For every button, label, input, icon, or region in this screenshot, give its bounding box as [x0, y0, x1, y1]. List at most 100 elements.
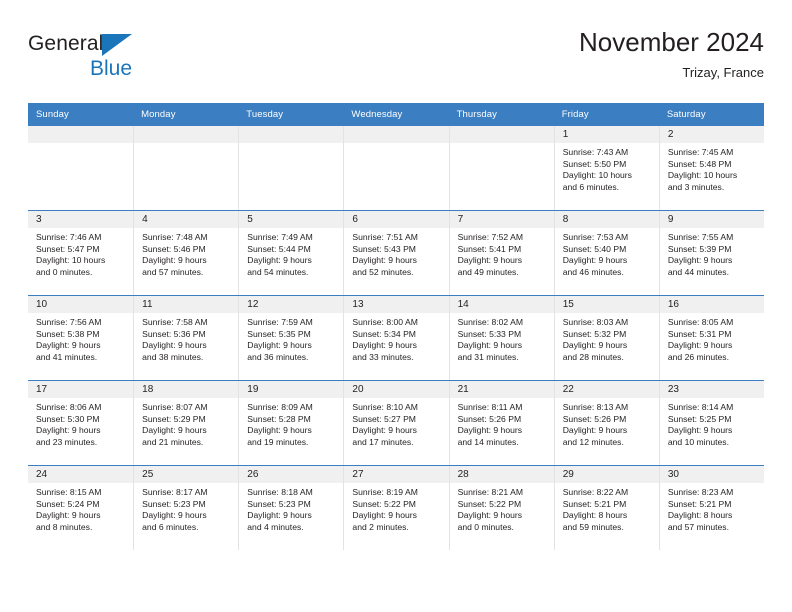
day-details: Sunrise: 8:10 AM Sunset: 5:27 PM Daylight:…: [344, 398, 448, 448]
calendar-day[interactable]: 24 Sunrise: 8:15 AM Sunset: 5:24 PM Dayligh…: [28, 466, 134, 550]
daylight-duration-line1: Daylight: 9 hours: [457, 425, 523, 436]
daylight-duration-line2: and 52 minutes.: [352, 266, 414, 277]
day-details: Sunrise: 8:21 AM Sunset: 5:22 PM Daylight:…: [450, 483, 554, 533]
calendar-body: 1 Sunrise: 7:43 AM Sunset: 5:50 PM Daylight…: [28, 126, 764, 550]
calendar-cell: 14 Sunrise: 8:02 AM Sunset: 5:33 PM Dayligh…: [448, 295, 554, 381]
sunrise-time: Sunrise: 8:05 AM: [667, 317, 734, 327]
calendar-cell: 21 Sunrise: 8:11 AM Sunset: 5:26 PM Dayligh…: [448, 380, 554, 466]
calendar-day[interactable]: 18 Sunrise: 8:07 AM Sunset: 5:29 PM Dayligh…: [133, 381, 239, 465]
calendar-day[interactable]: 7 Sunrise: 7:52 AM Sunset: 5:41 PM Daylight…: [448, 211, 554, 295]
day-number: 3: [28, 211, 134, 228]
daylight-duration-line2: and 10 minutes.: [667, 436, 729, 447]
daylight-duration-line2: and 4 minutes.: [247, 521, 304, 532]
calendar-day[interactable]: 29 Sunrise: 8:22 AM Sunset: 5:21 PM Dayligh…: [553, 466, 659, 550]
day-number: [239, 126, 344, 143]
sunset-time: Sunset: 5:38 PM: [36, 328, 100, 339]
day-details: Sunrise: 8:07 AM Sunset: 5:29 PM Daylight:…: [134, 398, 238, 448]
sunrise-time: Sunrise: 7:49 AM: [247, 232, 313, 242]
calendar-cell: 28 Sunrise: 8:21 AM Sunset: 5:22 PM Dayligh…: [448, 465, 554, 550]
sunrise-time: Sunrise: 8:00 AM: [352, 317, 418, 327]
calendar-cell: 18 Sunrise: 8:07 AM Sunset: 5:29 PM Dayligh…: [133, 380, 239, 466]
sunrise-time: Sunrise: 7:43 AM: [562, 147, 629, 157]
day-details: Sunrise: 7:51 AM Sunset: 5:43 PM Daylight:…: [344, 228, 448, 278]
calendar-day[interactable]: 6 Sunrise: 7:51 AM Sunset: 5:43 PM Daylight…: [343, 211, 449, 295]
calendar-day[interactable]: 4 Sunrise: 7:48 AM Sunset: 5:46 PM Daylight…: [133, 211, 239, 295]
calendar-day[interactable]: 1 Sunrise: 7:43 AM Sunset: 5:50 PM Daylight…: [553, 126, 659, 210]
calendar-day[interactable]: 11 Sunrise: 7:58 AM Sunset: 5:36 PM Dayligh…: [133, 296, 239, 380]
daylight-duration-line1: Daylight: 9 hours: [352, 255, 417, 266]
sunrise-time: Sunrise: 7:45 AM: [667, 147, 734, 157]
daylight-duration-line1: Daylight: 10 hours: [562, 170, 632, 181]
calendar-week-row: 24 Sunrise: 8:15 AM Sunset: 5:24 PM Dayligh…: [28, 465, 764, 550]
calendar-day[interactable]: 26 Sunrise: 8:18 AM Sunset: 5:23 PM Dayligh…: [238, 466, 344, 550]
calendar-day-empty: [28, 126, 134, 210]
sunset-time: Sunset: 5:26 PM: [457, 413, 522, 424]
weekday-header-sunday: Sunday: [28, 103, 134, 126]
daylight-duration-line1: Daylight: 8 hours: [562, 510, 628, 521]
sunrise-time: Sunrise: 7:55 AM: [667, 232, 734, 242]
calendar-day[interactable]: 17 Sunrise: 8:06 AM Sunset: 5:30 PM Dayligh…: [28, 381, 134, 465]
calendar-day[interactable]: 3 Sunrise: 7:46 AM Sunset: 5:47 PM Daylight…: [28, 211, 134, 295]
calendar-day[interactable]: 9 Sunrise: 7:55 AM Sunset: 5:39 PM Daylight…: [658, 211, 764, 295]
calendar-day[interactable]: 25 Sunrise: 8:17 AM Sunset: 5:23 PM Dayligh…: [133, 466, 239, 550]
calendar-day[interactable]: 10 Sunrise: 7:56 AM Sunset: 5:38 PM Dayligh…: [28, 296, 134, 380]
calendar-day[interactable]: 23 Sunrise: 8:14 AM Sunset: 5:25 PM Dayligh…: [658, 381, 764, 465]
daylight-duration-line1: Daylight: 9 hours: [352, 340, 417, 351]
day-number: 30: [659, 466, 764, 483]
calendar-day[interactable]: 15 Sunrise: 8:03 AM Sunset: 5:32 PM Dayligh…: [553, 296, 659, 380]
calendar-day[interactable]: 21 Sunrise: 8:11 AM Sunset: 5:26 PM Dayligh…: [448, 381, 554, 465]
calendar-day[interactable]: 12 Sunrise: 7:59 AM Sunset: 5:35 PM Dayligh…: [238, 296, 344, 380]
calendar-day[interactable]: 30 Sunrise: 8:23 AM Sunset: 5:21 PM Dayligh…: [658, 466, 764, 550]
daylight-duration-line2: and 33 minutes.: [352, 351, 414, 362]
calendar-cell: 27 Sunrise: 8:19 AM Sunset: 5:22 PM Dayligh…: [343, 465, 449, 550]
blue-triangle-flag-icon: [102, 34, 132, 56]
day-number: 7: [449, 211, 554, 228]
calendar-day[interactable]: 19 Sunrise: 8:09 AM Sunset: 5:28 PM Dayligh…: [238, 381, 344, 465]
calendar-day[interactable]: 27 Sunrise: 8:19 AM Sunset: 5:22 PM Dayligh…: [343, 466, 449, 550]
daylight-duration-line1: Daylight: 10 hours: [36, 255, 106, 266]
calendar-cell: 26 Sunrise: 8:18 AM Sunset: 5:23 PM Dayligh…: [238, 465, 344, 550]
sunrise-time: Sunrise: 7:53 AM: [562, 232, 629, 242]
calendar-day[interactable]: 28 Sunrise: 8:21 AM Sunset: 5:22 PM Dayligh…: [448, 466, 554, 550]
calendar-day[interactable]: 22 Sunrise: 8:13 AM Sunset: 5:26 PM Dayligh…: [553, 381, 659, 465]
calendar-day[interactable]: 16 Sunrise: 8:05 AM Sunset: 5:31 PM Dayligh…: [658, 296, 764, 380]
brand-logo[interactable]: General Blue: [28, 32, 248, 90]
calendar-day[interactable]: 14 Sunrise: 8:02 AM Sunset: 5:33 PM Dayligh…: [448, 296, 554, 380]
day-details: Sunrise: 8:17 AM Sunset: 5:23 PM Daylight:…: [134, 483, 238, 533]
day-details: Sunrise: 8:09 AM Sunset: 5:28 PM Daylight:…: [239, 398, 343, 448]
calendar-cell: 4 Sunrise: 7:48 AM Sunset: 5:46 PM Daylight…: [133, 210, 239, 296]
day-details: Sunrise: 7:43 AM Sunset: 5:50 PM Daylight:…: [555, 143, 659, 193]
brand-word-blue: Blue: [90, 57, 133, 80]
sunrise-time: Sunrise: 7:58 AM: [142, 317, 208, 327]
sunrise-time: Sunrise: 8:07 AM: [142, 402, 208, 412]
daylight-duration-line2: and 3 minutes.: [667, 181, 725, 192]
sunrise-time: Sunrise: 8:11 AM: [457, 402, 523, 412]
sunrise-time: Sunrise: 8:09 AM: [247, 402, 313, 412]
day-number: 1: [554, 126, 659, 143]
calendar-day[interactable]: 2 Sunrise: 7:45 AM Sunset: 5:48 PM Daylight…: [658, 126, 764, 210]
calendar-day[interactable]: 5 Sunrise: 7:49 AM Sunset: 5:44 PM Daylight…: [238, 211, 344, 295]
calendar-day[interactable]: 20 Sunrise: 8:10 AM Sunset: 5:27 PM Dayligh…: [343, 381, 449, 465]
daylight-duration-line1: Daylight: 9 hours: [36, 340, 101, 351]
calendar-day[interactable]: 8 Sunrise: 7:53 AM Sunset: 5:40 PM Daylight…: [553, 211, 659, 295]
weekday-header-monday: Monday: [133, 103, 239, 126]
brand-word-general: General: [28, 32, 104, 55]
day-details: Sunrise: 8:18 AM Sunset: 5:23 PM Daylight:…: [239, 483, 343, 533]
calendar-cell: 30 Sunrise: 8:23 AM Sunset: 5:21 PM Dayligh…: [658, 465, 764, 550]
daylight-duration-line1: Daylight: 9 hours: [352, 510, 417, 521]
day-number: 12: [239, 296, 344, 313]
sunset-time: Sunset: 5:24 PM: [36, 498, 100, 509]
calendar-day-empty: [133, 126, 239, 210]
daylight-duration-line2: and 38 minutes.: [142, 351, 204, 362]
daylight-duration-line2: and 31 minutes.: [457, 351, 519, 362]
calendar-day[interactable]: 13 Sunrise: 8:00 AM Sunset: 5:34 PM Dayligh…: [343, 296, 449, 380]
sunrise-time: Sunrise: 8:18 AM: [247, 487, 313, 497]
sunset-time: Sunset: 5:39 PM: [667, 243, 732, 254]
sunset-time: Sunset: 5:43 PM: [352, 243, 416, 254]
daylight-duration-line2: and 6 minutes.: [142, 521, 199, 532]
daylight-duration-line1: Daylight: 9 hours: [667, 340, 733, 351]
day-number: 24: [28, 466, 134, 483]
day-number: 15: [554, 296, 659, 313]
sunrise-time: Sunrise: 8:15 AM: [36, 487, 102, 497]
calendar-day-empty: [343, 126, 449, 210]
